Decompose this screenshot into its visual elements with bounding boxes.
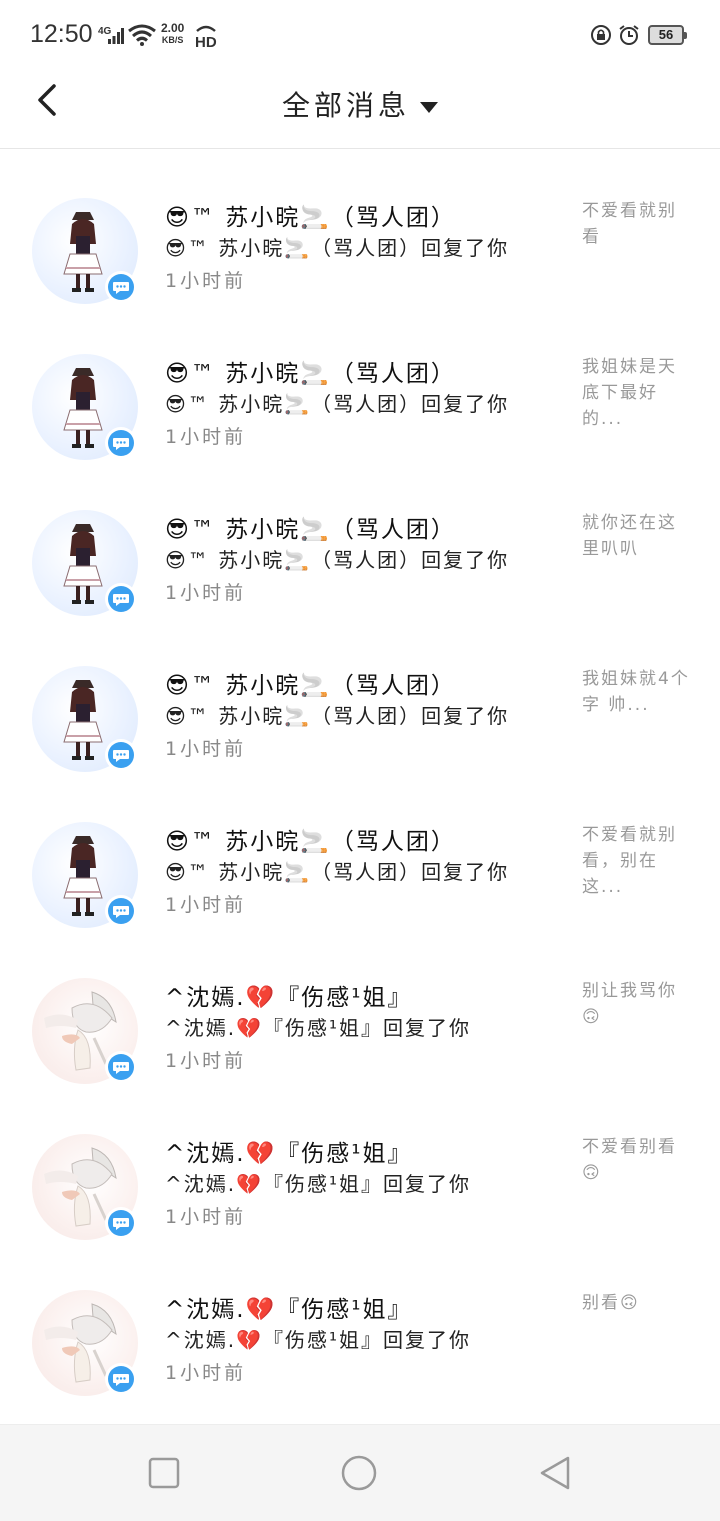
reply-summary: 😎™ 苏小晥🚬（骂人团）回复了你 (165, 236, 510, 260)
system-navbar (0, 1424, 720, 1521)
sender-name: 😎™ 苏小晥🚬（骂人团） (165, 673, 456, 699)
timestamp: 1小时前 (165, 1206, 247, 1228)
lock-rotation-icon (591, 25, 611, 45)
list-item[interactable]: 😎™ 苏小晥🚬（骂人团） 😎™ 苏小晥🚬（骂人团）回复了你 1小时前 不爱看就别… (0, 170, 720, 326)
battery-indicator: 56 (648, 25, 687, 45)
alarm-icon (619, 25, 639, 45)
comment-badge (105, 427, 137, 459)
circle-icon[interactable] (341, 1455, 377, 1491)
sender-name: ^沈嫣.💔『伤感¹姐』 (165, 1297, 413, 1323)
timestamp: 1小时前 (165, 426, 247, 448)
reply-summary: 😎™ 苏小晥🚬（骂人团）回复了你 (165, 860, 510, 884)
reply-summary: 😎™ 苏小晥🚬（骂人团）回复了你 (165, 704, 510, 728)
comment-icon (113, 1218, 129, 1230)
timestamp: 1小时前 (165, 582, 247, 604)
quoted-comment: 不爱看别看🙃 (582, 1137, 677, 1183)
sender-name: 😎™ 苏小晥🚬（骂人团） (165, 517, 456, 543)
comment-icon (113, 1062, 129, 1074)
quoted-comment: 不爱看就别看 (582, 201, 677, 247)
status-bar: 12:50 4G 2.00 KB/S HD 56 (0, 0, 720, 72)
comment-icon (113, 906, 129, 918)
comment-badge (105, 1207, 137, 1239)
list-item[interactable]: ^沈嫣.💔『伤感¹姐』 ^沈嫣.💔『伤感¹姐』回复了你 1小时前 别看🙃 (0, 1262, 720, 1418)
comment-icon (113, 594, 129, 606)
hd-icon: HD (195, 25, 217, 49)
quoted-comment: 我姐妹就4个字 帅... (582, 669, 690, 715)
list-item[interactable]: 😎™ 苏小晥🚬（骂人团） 😎™ 苏小晥🚬（骂人团）回复了你 1小时前 不爱看就别… (0, 794, 720, 950)
square-icon[interactable] (146, 1455, 182, 1491)
signal-icon (108, 28, 124, 44)
clock: 12:50 (30, 20, 93, 48)
reply-summary: 😎™ 苏小晥🚬（骂人团）回复了你 (165, 548, 510, 572)
timestamp: 1小时前 (165, 270, 247, 292)
svg-text:HD: HD (195, 34, 217, 49)
list-item[interactable]: 😎™ 苏小晥🚬（骂人团） 😎™ 苏小晥🚬（骂人团）回复了你 1小时前 我姐妹是天… (0, 326, 720, 482)
sender-name: 😎™ 苏小晥🚬（骂人团） (165, 361, 456, 387)
triangle-back-icon[interactable] (538, 1455, 574, 1491)
list-item[interactable]: ^沈嫣.💔『伤感¹姐』 ^沈嫣.💔『伤感¹姐』回复了你 1小时前 不爱看别看🙃 (0, 1106, 720, 1262)
comment-icon (113, 282, 129, 294)
comment-badge (105, 271, 137, 303)
quoted-comment: 别让我骂你🙃 (582, 981, 677, 1027)
reply-summary: ^沈嫣.💔『伤感¹姐』回复了你 (165, 1172, 472, 1196)
timestamp: 1小时前 (165, 1362, 247, 1384)
timestamp: 1小时前 (165, 1050, 247, 1072)
timestamp: 1小时前 (165, 738, 247, 760)
reply-summary: 😎™ 苏小晥🚬（骂人团）回复了你 (165, 392, 510, 416)
list-item[interactable]: 😎™ 苏小晥🚬（骂人团） 😎™ 苏小晥🚬（骂人团）回复了你 1小时前 就你还在这… (0, 482, 720, 638)
comment-icon (113, 1374, 129, 1386)
comment-badge (105, 583, 137, 615)
wifi-icon (128, 24, 156, 46)
timestamp: 1小时前 (165, 894, 247, 916)
sender-name: ^沈嫣.💔『伤感¹姐』 (165, 985, 413, 1011)
message-filter-dropdown[interactable]: 全部消息 (0, 84, 720, 124)
sender-name: 😎™ 苏小晥🚬（骂人团） (165, 205, 456, 231)
comment-badge (105, 1363, 137, 1395)
header: 全部消息 (0, 72, 720, 149)
comment-badge (105, 1051, 137, 1083)
comment-badge (105, 739, 137, 771)
comment-icon (113, 438, 129, 450)
sender-name: 😎™ 苏小晥🚬（骂人团） (165, 829, 456, 855)
list-item[interactable]: ^沈嫣.💔『伤感¹姐』 ^沈嫣.💔『伤感¹姐』回复了你 1小时前 别让我骂你🙃 (0, 950, 720, 1106)
comment-icon (113, 750, 129, 762)
caret-down-icon (420, 102, 438, 113)
page-title: 全部消息 (281, 89, 410, 122)
quoted-comment: 我姐妹是天底下最好的... (582, 357, 677, 429)
reply-summary: ^沈嫣.💔『伤感¹姐』回复了你 (165, 1328, 472, 1352)
sender-name: ^沈嫣.💔『伤感¹姐』 (165, 1141, 413, 1167)
list-item[interactable]: 😎™ 苏小晥🚬（骂人团） 😎™ 苏小晥🚬（骂人团）回复了你 1小时前 我姐妹就4… (0, 638, 720, 794)
quoted-comment: 就你还在这里叭叭 (582, 513, 677, 559)
reply-summary: ^沈嫣.💔『伤感¹姐』回复了你 (165, 1016, 472, 1040)
comment-badge (105, 895, 137, 927)
quoted-comment: 不爱看就别看，别在这... (582, 825, 677, 897)
quoted-comment: 别看🙃 (582, 1293, 640, 1313)
network-speed: 2.00 KB/S (161, 21, 185, 45)
